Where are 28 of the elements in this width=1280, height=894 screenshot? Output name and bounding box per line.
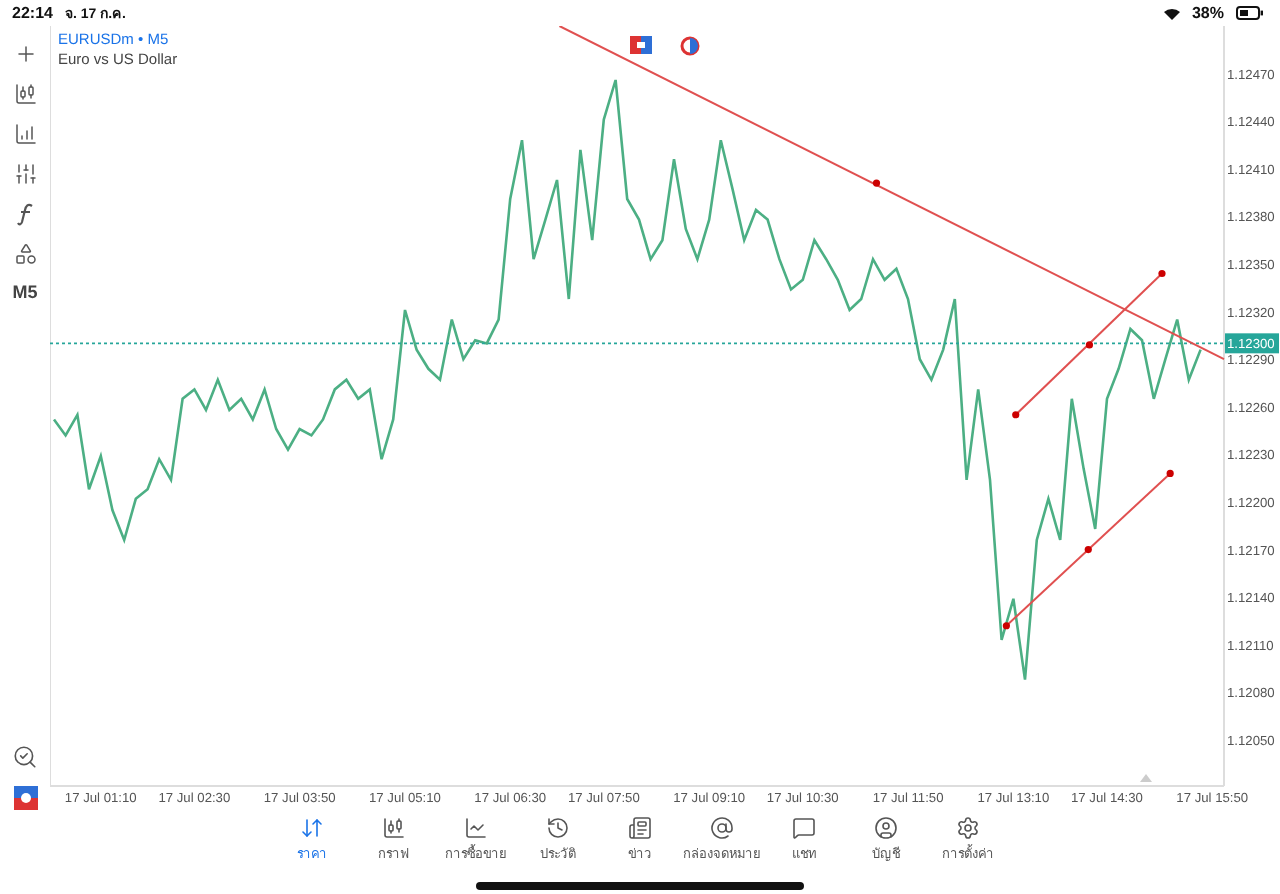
at-sign-icon (710, 816, 734, 840)
shapes-icon[interactable] (13, 242, 37, 266)
history-icon (546, 816, 570, 840)
clock: 22:14 (12, 4, 53, 22)
line-chart-icon (464, 816, 488, 840)
battery-icon (1236, 6, 1264, 20)
battery-level: 38% (1191, 4, 1224, 22)
candlestick-icon[interactable] (13, 82, 37, 106)
wifi-icon (1163, 7, 1180, 19)
sliders-icon[interactable] (13, 162, 37, 186)
trade-icon[interactable] (630, 36, 652, 54)
zoom-icon[interactable] (12, 744, 38, 770)
trend-line[interactable] (1002, 469, 1174, 630)
arrows-icon (300, 816, 324, 840)
timer-icon[interactable] (680, 36, 700, 56)
trend-line[interactable] (558, 26, 1225, 361)
user-icon (874, 816, 898, 840)
crosshair-icon[interactable] (13, 42, 37, 66)
marker-icon (1140, 774, 1152, 782)
timeframe-button[interactable]: M5 (12, 282, 38, 302)
trend-line[interactable] (1012, 269, 1166, 419)
candlestick-icon (382, 816, 406, 840)
settings-icon (956, 816, 980, 840)
newspaper-icon (628, 816, 652, 840)
logo-icon[interactable] (13, 786, 37, 810)
bar-chart-icon[interactable] (13, 122, 37, 146)
function-icon[interactable] (13, 202, 37, 226)
chat-bubble-icon (792, 816, 816, 840)
